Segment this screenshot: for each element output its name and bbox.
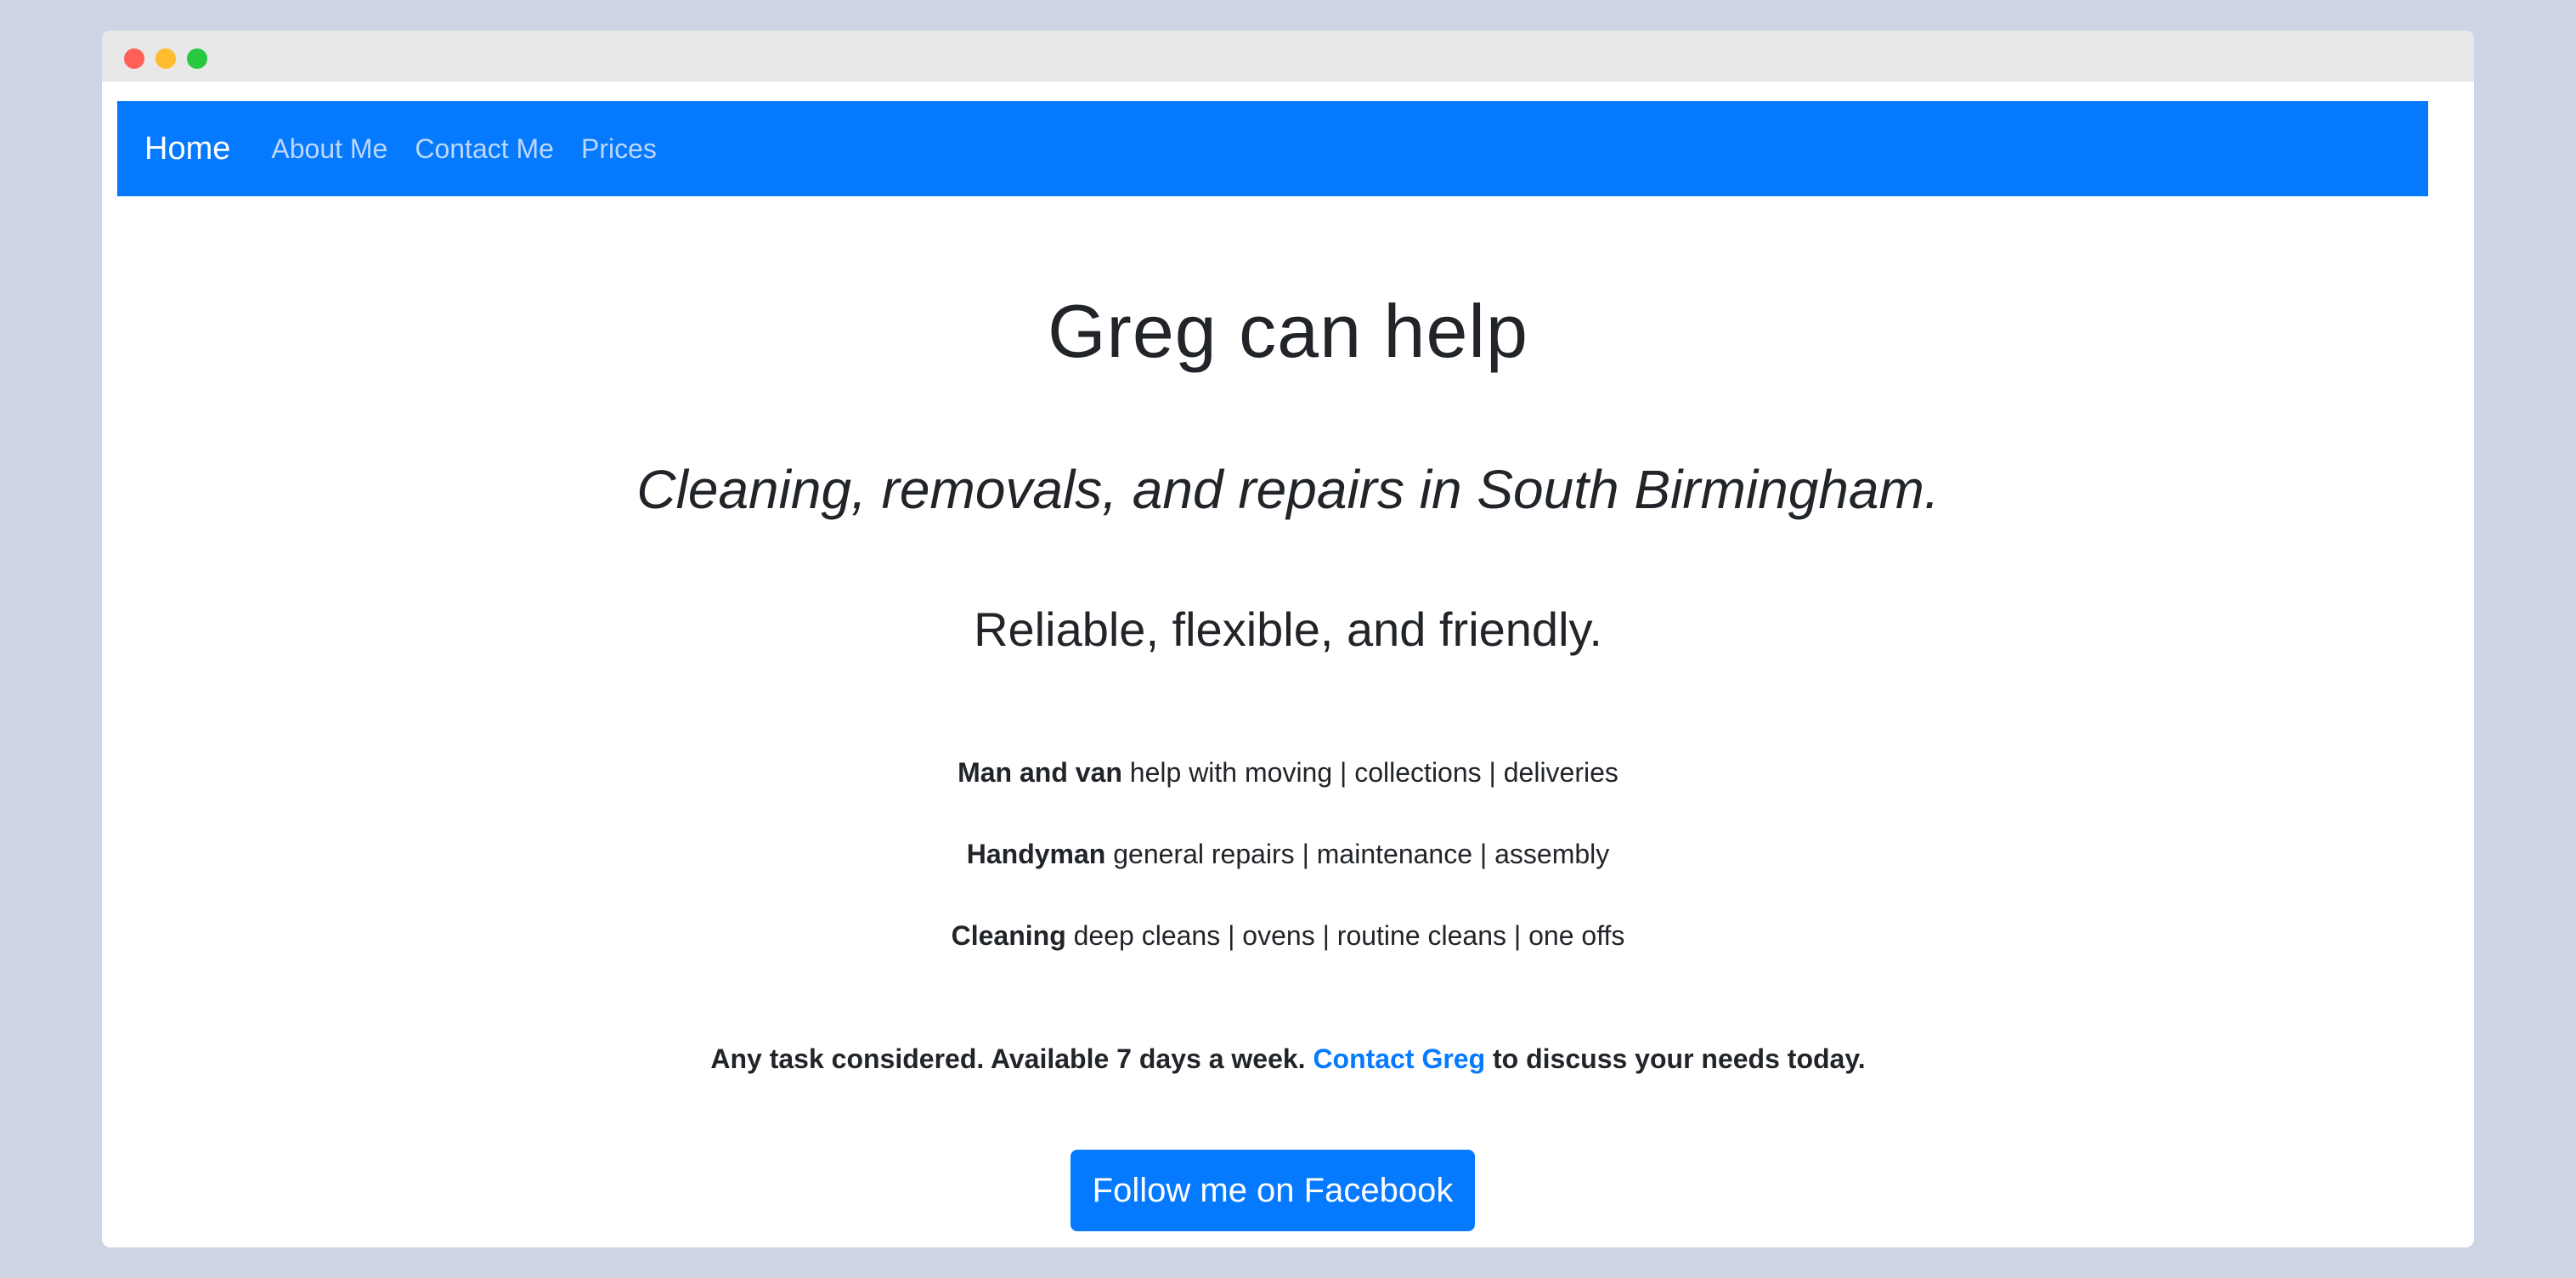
nav-contact-link[interactable]: Contact Me [415,133,554,165]
cta-text-before: Any task considered. Available 7 days a … [710,1043,1313,1074]
service-man-and-van: Man and van help with moving | collectio… [102,757,2474,789]
subtagline: Reliable, flexible, and friendly. [974,602,1602,656]
call-to-action: Any task considered. Available 7 days a … [102,1043,2474,1075]
browser-window: Home About Me Contact Me Prices Greg can… [102,31,2474,1247]
nav-about-link[interactable]: About Me [271,133,387,165]
service-detail: deep cleans | ovens | routine cleans | o… [1065,920,1625,951]
nav-prices-link[interactable]: Prices [581,133,657,165]
page-title: Greg can help [1048,289,1528,373]
maximize-window-button[interactable] [187,48,207,69]
navbar: Home About Me Contact Me Prices [117,101,2428,196]
service-cleaning: Cleaning deep cleans | ovens | routine c… [102,920,2474,952]
service-detail: help with moving | collections | deliver… [1121,757,1618,788]
tagline: Cleaning, removals, and repairs in South… [636,459,1940,520]
cta-text-after: to discuss your needs today. [1485,1043,1866,1074]
service-name: Handyman [966,839,1106,869]
minimize-window-button[interactable] [155,48,176,69]
close-window-button[interactable] [124,48,144,69]
follow-facebook-button[interactable]: Follow me on Facebook [1071,1150,1475,1231]
nav-home-link[interactable]: Home [144,131,230,167]
contact-greg-link[interactable]: Contact Greg [1313,1043,1485,1074]
service-detail: general repairs | maintenance | assembly [1105,839,1610,869]
service-handyman: Handyman general repairs | maintenance |… [102,839,2474,870]
service-name: Man and van [958,757,1122,788]
service-name: Cleaning [951,920,1066,951]
window-titlebar [102,31,2474,82]
